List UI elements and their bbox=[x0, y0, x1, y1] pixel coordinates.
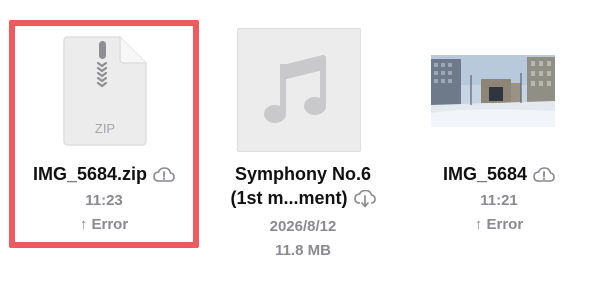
music-note-icon bbox=[264, 55, 326, 123]
upload-status: ↑ Error bbox=[474, 216, 524, 233]
zip-file-icon: ZIP bbox=[63, 36, 147, 146]
file-date: 2026/8/12 bbox=[269, 218, 337, 235]
file-tile-zip[interactable]: ZIP IMG_5684.zip 11:23 ↑ Error bbox=[0, 0, 208, 287]
file-name-line1: Symphony No.6 bbox=[234, 164, 372, 184]
cloud-download-icon[interactable] bbox=[353, 189, 376, 208]
audio-thumbnail bbox=[237, 28, 361, 152]
file-name-row-1: Symphony No.6 bbox=[208, 164, 398, 185]
file-time: 11:23 bbox=[85, 192, 123, 209]
file-name-row: IMG_5684.zip bbox=[0, 164, 208, 185]
file-name-line2: (1st m...ment) bbox=[230, 188, 348, 208]
upload-status: ↑ Error bbox=[79, 216, 129, 233]
file-size: 11.8 MB bbox=[275, 242, 331, 259]
file-name: IMG_5684.zip bbox=[32, 164, 148, 184]
file-name-row-2: (1st m...ment) bbox=[208, 188, 398, 209]
image-thumbnail bbox=[431, 55, 555, 127]
file-time: 11:21 bbox=[480, 192, 518, 209]
zip-badge: ZIP bbox=[95, 121, 115, 136]
cloud-alert-icon bbox=[153, 166, 175, 182]
file-name-row: IMG_5684 bbox=[398, 164, 600, 185]
file-tile-audio[interactable]: Symphony No.6 (1st m...ment) 2026/8/12 1… bbox=[208, 0, 398, 287]
file-tile-image[interactable]: IMG_5684 11:21 ↑ Error bbox=[398, 0, 600, 287]
file-name: IMG_5684 bbox=[442, 164, 528, 184]
cloud-alert-icon bbox=[533, 166, 555, 182]
